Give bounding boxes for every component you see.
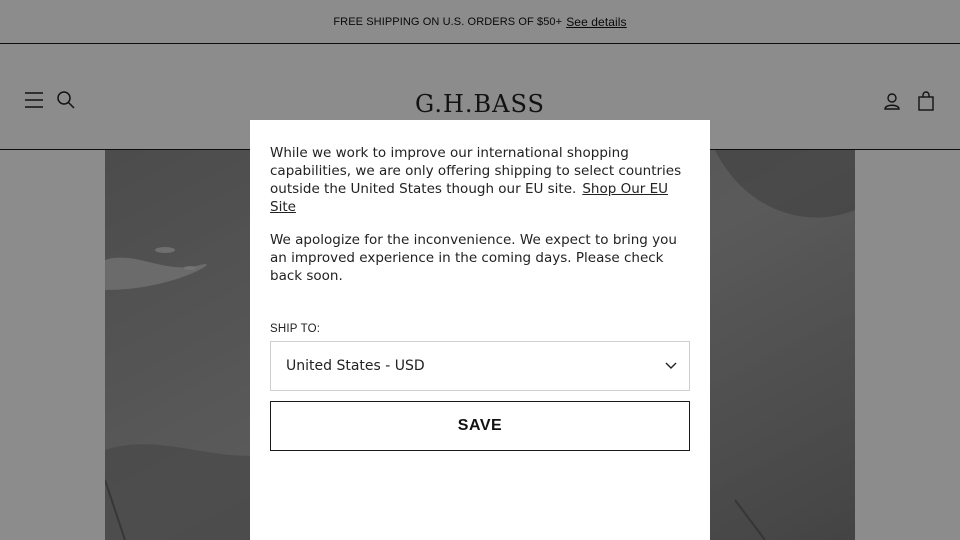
modal-paragraph-1: While we work to improve our internation… [270,144,690,216]
shipping-modal: While we work to improve our internation… [250,120,710,540]
country-select-value: United States - USD [286,358,425,374]
chevron-down-icon [665,358,677,374]
save-button[interactable]: SAVE [270,401,690,451]
country-select[interactable]: United States - USD [270,341,690,391]
modal-paragraph-2: We apologize for the inconvenience. We e… [270,232,677,284]
ship-to-label: SHIP TO: [270,323,321,335]
